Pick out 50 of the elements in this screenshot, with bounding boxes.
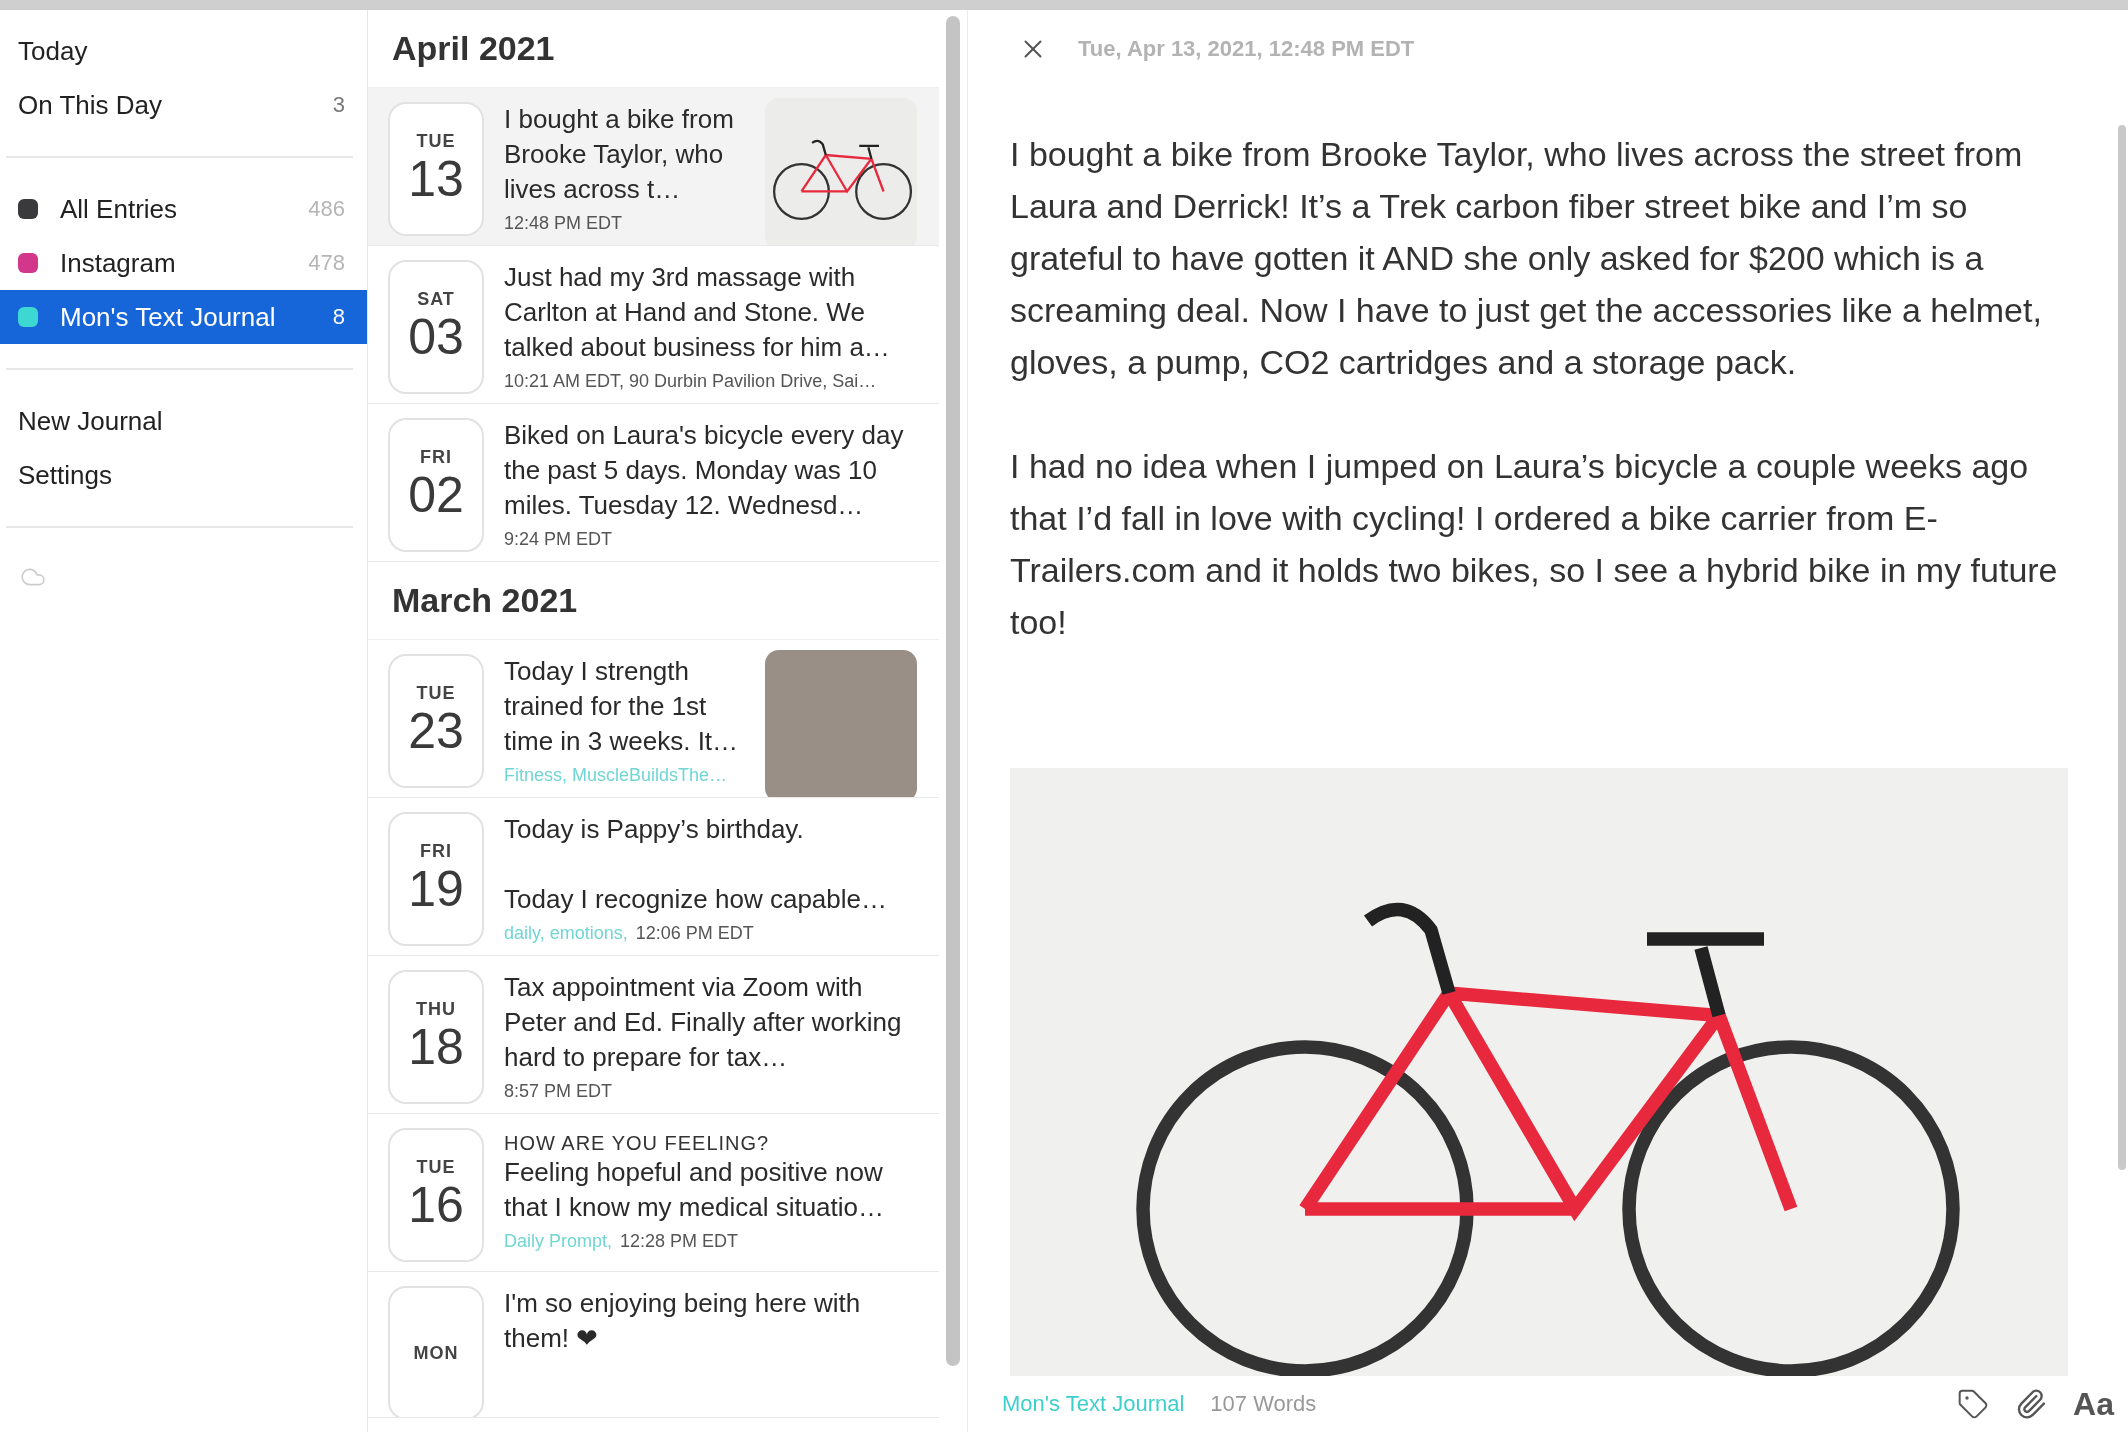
tag-icon[interactable] (1957, 1388, 1990, 1420)
scrollbar[interactable] (2118, 125, 2126, 1170)
journal-item[interactable]: Instagram 478 (0, 236, 367, 290)
entry-meta: 12:48 PM EDT (504, 213, 623, 234)
day-number: 23 (408, 704, 464, 759)
entry-preview: Today I strength trained for the 1st time in 3 weeks. It… (504, 655, 740, 758)
weekday-label: FRI (420, 841, 452, 862)
weekday-label: THU (416, 999, 456, 1020)
entry-meta: 8:57 PM EDT (504, 1081, 613, 1102)
paperclip-icon[interactable] (2015, 1388, 2048, 1420)
weekday-label: SAT (417, 289, 455, 310)
font-button[interactable]: Aa (2073, 1385, 2114, 1423)
entry-preview: Feeling hopeful and positive now that I know my medical situatio… (504, 1156, 886, 1224)
weekday-label: TUE (416, 683, 456, 704)
sidebar-item[interactable]: Today (0, 24, 367, 78)
weekday-label: MON (413, 1342, 459, 1364)
day-number: 18 (408, 1020, 464, 1075)
sidebar-item[interactable]: New Journal (0, 394, 367, 448)
scrollbar[interactable] (946, 16, 960, 1366)
sidebar-item[interactable]: On This Day 3 (0, 78, 367, 132)
weekday-label: TUE (416, 131, 456, 152)
sidebar-item[interactable]: Settings (0, 448, 367, 502)
journal-item[interactable]: All Entries 486 (0, 182, 367, 236)
entry-preview: Just had my 3rd massage with Carlton at Hand and Stone. We talked about business for him a… (504, 261, 891, 364)
entry-preview: I bought a bike from Brooke Taylor, who lives across t… (504, 103, 735, 206)
entry-tags: Daily Prompt, (504, 1231, 613, 1252)
entry-meta: 12:28 PM EDT (620, 1231, 739, 1252)
entry-row[interactable]: TUE 13 I bought a bike from Brooke Taylor, who lives across t… 12:48 PM EDT (368, 88, 939, 246)
entry-paragraph: I bought a bike from Brooke Taylor, who lives across the street from Laura and Derrick! It’s a Trek carbon fiber street bike and I’m so grateful to have gotten it AND she only asked for $200 which is a screaming deal. Now I have to just get the accessories like a helmet, gloves, a pump, CO2 cartridges and a storage pack. (1010, 134, 2043, 383)
weekday-label: TUE (416, 1157, 456, 1178)
entry-paragraph: I had no idea when I jumped on Laura’s bicycle a couple weeks ago that I’d fall in love with cycling! I ordered a bike carrier from E-Trailers.com and it holds two bikes, so I see a hybrid bike in my future too! (1010, 446, 2059, 643)
entry-preview: Today is Pappy’s birthday. Today I recognize how capable… (504, 813, 888, 916)
journal-item[interactable]: Mon's Text Journal 8 (0, 290, 367, 344)
word-count: 107 Words (1210, 1391, 1318, 1417)
entry-tags: daily, emotions, (504, 923, 628, 944)
day-number: 16 (408, 1178, 464, 1233)
entry-meta: 10:21 AM EDT, 90 Durbin Pavilion Drive, Sai… (504, 371, 877, 392)
day-number: 13 (408, 152, 464, 207)
prompt-label: HOW ARE YOU FEELING? (504, 1132, 771, 1155)
entry-date: Tue, Apr 13, 2021, 12:48 PM EDT (1078, 36, 1415, 62)
entry-preview: I'm so enjoying being here with them! ❤ (504, 1287, 862, 1355)
day-number: 03 (408, 310, 464, 365)
entry-meta: 9:24 PM EDT (504, 529, 613, 550)
day-number: 02 (408, 468, 464, 523)
entry-tags: Fitness, MuscleBuildsThe… (504, 765, 728, 786)
entry-preview: Biked on Laura's bicycle every day the past 5 days. Monday was 10 miles. Tuesday 12. Wednesd… (504, 419, 905, 522)
weekday-label: FRI (420, 447, 452, 468)
entry-preview: Tax appointment via Zoom with Peter and Ed. Finally after working hard to prepare for tax… (504, 971, 903, 1074)
entry-meta: 12:06 PM EDT (635, 923, 754, 944)
day-number: 19 (408, 862, 464, 917)
